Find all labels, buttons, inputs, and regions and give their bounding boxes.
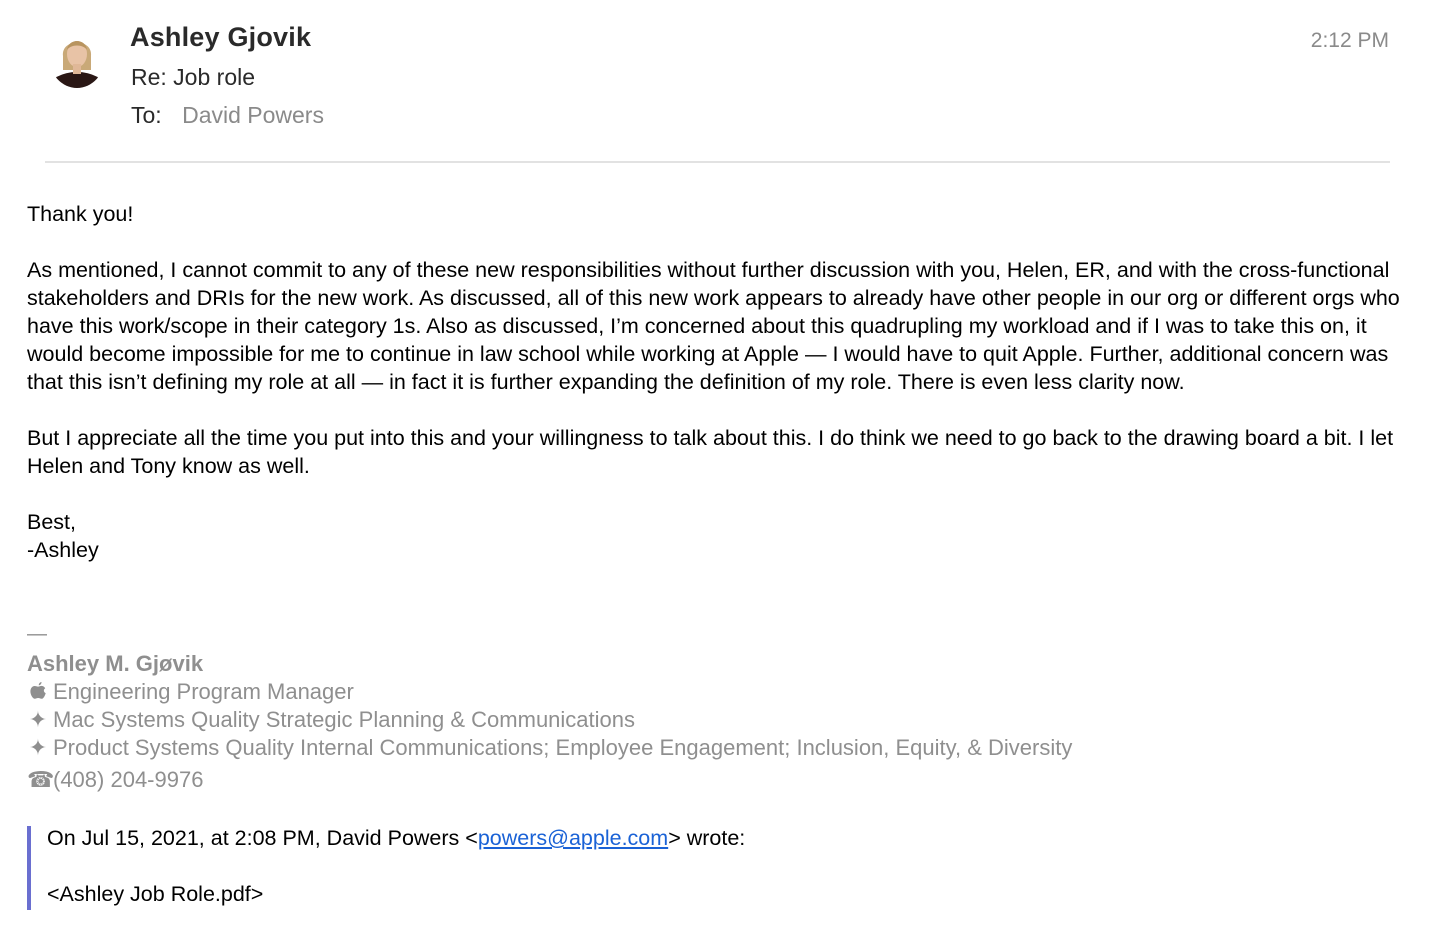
body-paragraph: But I appreciate all the time you put in… xyxy=(27,426,1394,478)
quoted-message: On Jul 15, 2021, at 2:08 PM, David Power… xyxy=(27,826,1426,910)
email-subject: Re: Job role xyxy=(131,64,256,90)
attachment-placeholder[interactable]: <Ashley Job Role.pdf> xyxy=(47,882,263,907)
quote-header: On Jul 15, 2021, at 2:08 PM, David Power… xyxy=(47,826,745,851)
recipient-row: To: David Powers xyxy=(131,102,324,129)
sender-avatar[interactable] xyxy=(49,26,105,88)
signature-role: Mac Systems Quality Strategic Planning &… xyxy=(53,707,636,732)
header-divider xyxy=(45,161,1390,163)
signature-phone[interactable]: (408) 204-9976 xyxy=(53,767,203,792)
signature-title: Engineering Program Manager xyxy=(53,679,354,704)
quote-intro-end: > wrote: xyxy=(668,826,746,850)
sender-name[interactable]: Ashley Gjovik xyxy=(130,22,311,53)
signature-separator: — xyxy=(27,623,47,645)
message-header: Ashley Gjovik Re: Job role To: David Pow… xyxy=(0,0,1436,162)
closing-line: Best, xyxy=(27,510,76,534)
sparkle-icon: ✦ xyxy=(28,735,48,760)
to-label: To: xyxy=(131,102,162,128)
signature-phone-line: ☎(408) 204-9976 xyxy=(27,764,1422,796)
apple-logo-icon xyxy=(27,678,49,706)
signature-role-line: ✦ Mac Systems Quality Strategic Planning … xyxy=(27,706,1422,734)
sent-time: 2:12 PM xyxy=(1310,29,1389,52)
message-body: Thank you! As mentioned, I cannot commit… xyxy=(27,200,1422,564)
body-paragraph: Thank you! xyxy=(27,202,134,226)
sparkle-icon: ✦ xyxy=(28,707,48,732)
quote-intro: On Jul 15, 2021, at 2:08 PM, David Power… xyxy=(47,826,478,850)
signature-name: Ashley M. Gjøvik xyxy=(27,651,204,676)
body-paragraph: As mentioned, I cannot commit to any of … xyxy=(27,258,1400,394)
email-signature: — Ashley M. Gjøvik Engineering Program M… xyxy=(27,620,1422,796)
recipient-name[interactable]: David Powers xyxy=(182,102,324,128)
signature-role-line: ✦ Product Systems Quality Internal Commun… xyxy=(27,734,1422,762)
signoff-line: -Ashley xyxy=(27,538,99,562)
signature-role: Product Systems Quality Internal Communi… xyxy=(53,735,1073,760)
sender-email-link[interactable]: powers@apple.com xyxy=(478,826,668,850)
signature-title-line: Engineering Program Manager xyxy=(27,678,1422,706)
phone-icon: ☎ xyxy=(27,767,55,792)
